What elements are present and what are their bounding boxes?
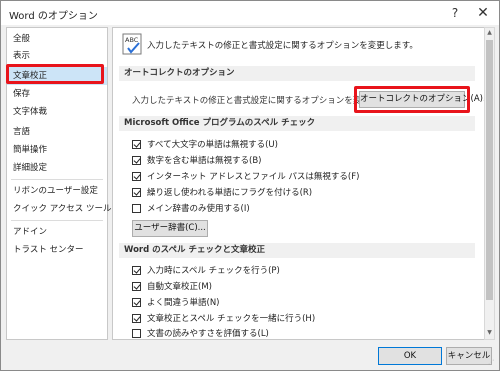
checkbox-label: すべて大文字の単語は無視する(U) <box>147 140 278 150</box>
checkbox[interactable] <box>132 172 141 181</box>
sidebar-item-display[interactable]: 表示 <box>7 47 107 65</box>
checkbox-label: インターネット アドレスとファイル パスは無視する(F) <box>147 172 360 182</box>
checkbox-label: 自動文章校正(M) <box>147 282 212 292</box>
cancel-button[interactable]: キャンセル <box>446 347 492 365</box>
sidebar-item-save[interactable]: 保存 <box>7 85 107 103</box>
checkbox[interactable] <box>132 329 141 338</box>
checkbox-label: 繰り返し使われる単語にフラグを付ける(R) <box>147 188 313 198</box>
checkbox-label: 文書の読みやすさを評価する(L) <box>147 329 269 339</box>
scroll-down-icon[interactable]: ▼ <box>485 328 494 338</box>
sidebar-item-advanced[interactable]: 詳細設定 <box>7 159 107 177</box>
checkbox[interactable] <box>132 140 141 149</box>
proofing-intro-text: 入力したテキストの修正と書式設定に関するオプションを変更します。 <box>147 41 418 51</box>
vertical-scrollbar[interactable]: ▲ ▼ <box>484 27 495 340</box>
checkbox[interactable] <box>132 204 141 213</box>
svg-text:ABC: ABC <box>125 36 139 44</box>
help-icon[interactable]: ? <box>445 3 465 23</box>
checkbox-label: よく間違う単語(N) <box>147 298 220 308</box>
checkbox[interactable] <box>132 266 141 275</box>
checkbox-label: 入力時にスペル チェックを行う(P) <box>147 266 280 276</box>
selection-highlight-box <box>6 64 104 84</box>
ok-button[interactable]: OK <box>378 347 442 365</box>
scroll-thumb[interactable] <box>486 40 493 300</box>
dialog-title: Word のオプション <box>9 11 98 22</box>
checkbox-label: 数字を含む単語は無視する(B) <box>147 156 262 166</box>
sidebar-divider <box>11 179 103 180</box>
sidebar-item-language[interactable]: 言語 <box>7 123 107 141</box>
sidebar-item-accessibility[interactable]: 簡単操作 <box>7 141 107 159</box>
proofing-options-panel: ABC 入力したテキストの修正と書式設定に関するオプションを変更します。 オート… <box>112 27 486 340</box>
checkbox[interactable] <box>132 188 141 197</box>
sidebar-divider <box>11 220 103 221</box>
proofing-abc-icon: ABC <box>122 33 142 55</box>
sidebar-item-quick-access-toolbar[interactable]: クイック アクセス ツール バー <box>7 200 131 218</box>
sidebar-item-trust-center[interactable]: トラスト センター <box>7 241 107 259</box>
office-spelling-section-header: Microsoft Office プログラムのスペル チェック <box>119 116 475 131</box>
sidebar-item-addins[interactable]: アドイン <box>7 223 107 241</box>
sidebar-item-typography[interactable]: 文字体裁 <box>7 103 107 121</box>
checkbox-label: 文章校正とスペル チェックを一緒に行う(H) <box>147 314 316 324</box>
close-icon[interactable]: ✕ <box>473 3 493 23</box>
checkbox-label: メイン辞書のみ使用する(I) <box>147 204 250 214</box>
checkbox[interactable] <box>132 314 141 323</box>
sidebar-item-general[interactable]: 全般 <box>7 30 107 48</box>
checkbox[interactable] <box>132 156 141 165</box>
checkbox[interactable] <box>132 298 141 307</box>
autocorrect-highlight-box <box>354 86 470 113</box>
sidebar-item-customize-ribbon[interactable]: リボンのユーザー設定 <box>7 182 107 200</box>
custom-dictionaries-button[interactable]: ユーザー辞書(C)... <box>132 220 208 237</box>
resize-grip-icon[interactable]: ⋰ <box>488 359 496 367</box>
checkbox[interactable] <box>132 282 141 291</box>
autocorrect-section-header: オートコレクトのオプション <box>119 66 475 81</box>
title-bar: Word のオプション ? ✕ <box>1 1 499 25</box>
word-spelling-section-header: Word のスペル チェックと文章校正 <box>119 243 475 258</box>
scroll-up-icon[interactable]: ▲ <box>485 28 494 38</box>
